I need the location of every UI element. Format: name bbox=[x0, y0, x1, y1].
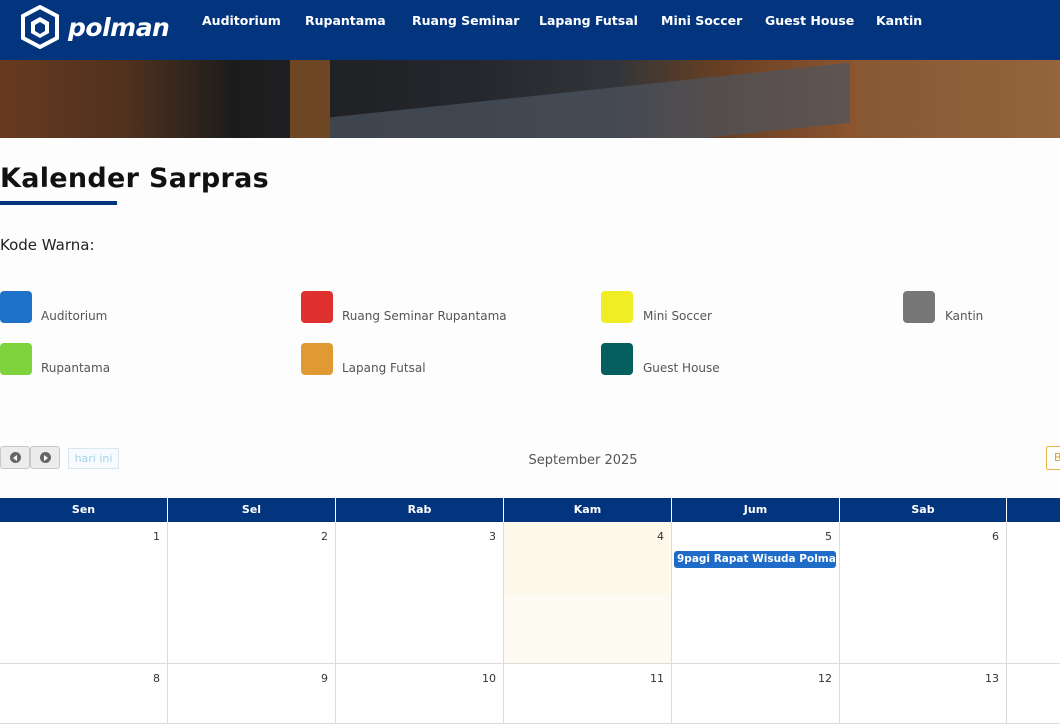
calendar-day-cell[interactable]: 9 bbox=[168, 664, 336, 724]
legend-label-kantin: Kantin bbox=[945, 309, 984, 323]
legend-swatch-rupantama bbox=[0, 343, 32, 375]
day-number: 5 bbox=[825, 530, 832, 543]
nav-item-mini-soccer[interactable]: Mini Soccer bbox=[661, 13, 742, 28]
calendar-day-cell[interactable]: 6 bbox=[840, 522, 1007, 664]
current-month-label: September 2025 bbox=[528, 453, 638, 468]
nav-item-ruang-seminar[interactable]: Ruang Seminar bbox=[412, 13, 519, 28]
weekday-header: Sab bbox=[840, 498, 1007, 522]
calendar-day-cell[interactable]: 8 bbox=[0, 664, 168, 724]
legend-label-rupantama: Rupantama bbox=[41, 361, 111, 375]
calendar-day-cell[interactable]: 11 bbox=[504, 664, 672, 724]
day-number: 12 bbox=[818, 672, 832, 685]
legend-swatch-lapang-futsal bbox=[301, 343, 333, 375]
day-number: 9 bbox=[321, 672, 328, 685]
nav-item-guest-house[interactable]: Guest House bbox=[765, 13, 854, 28]
calendar-day-cell[interactable]: 1 bbox=[0, 522, 168, 664]
calendar-day-cell[interactable]: 13 bbox=[840, 664, 1007, 724]
title-underline bbox=[0, 201, 117, 205]
weekday-header bbox=[1007, 498, 1060, 522]
nav-item-lapang-futsal[interactable]: Lapang Futsal bbox=[539, 13, 638, 28]
calendar-event[interactable]: 9pagi Rapat Wisuda Polman Tah bbox=[674, 551, 836, 568]
calendar-day-cell[interactable]: 2 bbox=[168, 522, 336, 664]
legend-label-ruang-seminar-rupantama: Ruang Seminar Rupantama bbox=[342, 309, 507, 323]
day-number: 13 bbox=[985, 672, 999, 685]
nav-item-kantin[interactable]: Kantin bbox=[876, 13, 922, 28]
legend-swatch-guest-house bbox=[601, 343, 633, 375]
legend-heading: Kode Warna: bbox=[0, 236, 95, 254]
view-toggle-button[interactable]: B bbox=[1046, 446, 1060, 470]
legend-label-guest-house: Guest House bbox=[643, 361, 720, 375]
navbar: polman Auditorium Rupantama Ruang Semina… bbox=[0, 0, 1060, 60]
calendar-day-cell[interactable]: 5 bbox=[672, 522, 840, 664]
weekday-header: Rab bbox=[336, 498, 504, 522]
calendar-day-cell-today[interactable]: 4 bbox=[504, 522, 672, 664]
legend-label-mini-soccer: Mini Soccer bbox=[643, 309, 712, 323]
day-number: 2 bbox=[321, 530, 328, 543]
legend-swatch-mini-soccer bbox=[601, 291, 633, 323]
nav-item-rupantama[interactable]: Rupantama bbox=[305, 13, 386, 28]
day-number: 4 bbox=[657, 530, 664, 543]
page-title: Kalender Sarpras bbox=[0, 163, 269, 194]
calendar-day-cell[interactable]: 10 bbox=[336, 664, 504, 724]
legend-swatch-ruang-seminar-rupantama bbox=[301, 291, 333, 323]
calendar-day-cell[interactable]: 3 bbox=[336, 522, 504, 664]
brand-name: polman bbox=[68, 12, 170, 42]
weekday-header: Sen bbox=[0, 498, 168, 522]
calendar-day-cell[interactable] bbox=[1007, 522, 1060, 664]
calendar-day-cell[interactable] bbox=[1007, 664, 1060, 724]
day-number: 10 bbox=[482, 672, 496, 685]
legend-label-auditorium: Auditorium bbox=[41, 309, 108, 323]
event-time: 9pagi bbox=[677, 553, 711, 565]
day-number: 11 bbox=[650, 672, 664, 685]
nav-item-auditorium[interactable]: Auditorium bbox=[202, 13, 281, 28]
event-title: Rapat Wisuda Polman Tah bbox=[713, 553, 836, 565]
weekday-header: Jum bbox=[672, 498, 840, 522]
polman-logo-icon bbox=[21, 5, 59, 49]
day-number: 6 bbox=[992, 530, 999, 543]
legend-label-lapang-futsal: Lapang Futsal bbox=[342, 361, 426, 375]
day-number: 1 bbox=[153, 530, 160, 543]
day-number: 3 bbox=[489, 530, 496, 543]
legend-swatch-kantin bbox=[903, 291, 935, 323]
legend-swatch-auditorium bbox=[0, 291, 32, 323]
logo[interactable]: polman bbox=[20, 5, 170, 49]
day-number: 8 bbox=[153, 672, 160, 685]
weekday-header: Sel bbox=[168, 498, 336, 522]
hero-banner-image bbox=[0, 60, 1060, 138]
weekday-header: Kam bbox=[504, 498, 672, 522]
calendar-day-cell[interactable]: 12 bbox=[672, 664, 840, 724]
